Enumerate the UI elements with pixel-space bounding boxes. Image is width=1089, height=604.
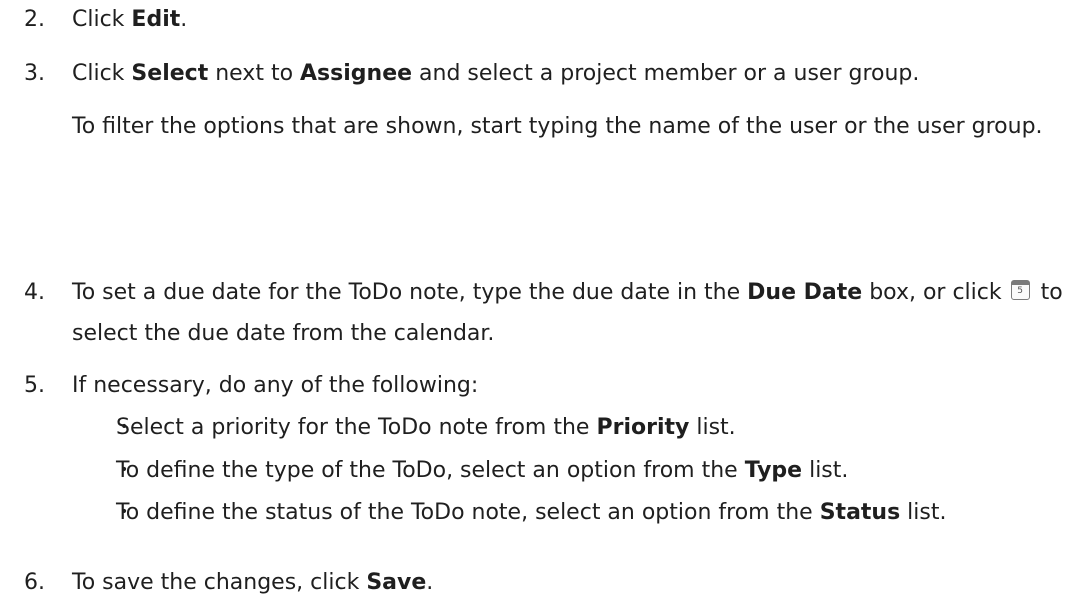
ui-term-assignee: Assignee — [300, 61, 413, 86]
step-text: If necessary, do any of the following: — [72, 373, 479, 398]
bullet-text: To define the type of the ToDo, select a… — [116, 458, 849, 483]
instruction-document: 2. Click Edit. 3. Click Select next to A… — [0, 0, 1089, 604]
step-note: To filter the options that are shown, st… — [72, 114, 1043, 139]
calendar-icon: 5 — [1010, 280, 1030, 300]
step-text: To save the changes, click Save. — [72, 570, 434, 595]
ui-term-edit: Edit — [131, 7, 181, 32]
step-text: To set a due date for the ToDo note, typ… — [72, 280, 1063, 346]
ui-term-status: Status — [819, 500, 901, 525]
step-number: 3. — [24, 61, 45, 86]
ui-term-select: Select — [131, 61, 209, 86]
step-number: 4. — [24, 280, 45, 305]
ui-term-due-date: Due Date — [747, 280, 863, 305]
step-text: Click Edit. — [72, 7, 188, 32]
ui-term-type: Type — [744, 458, 803, 483]
step-number: 5. — [24, 373, 45, 398]
step-text: Click Select next to Assignee and select… — [72, 55, 1081, 145]
step-number: 6. — [24, 570, 45, 595]
bullet-text: Select a priority for the ToDo note from… — [116, 415, 736, 440]
bullet-text: To define the status of the ToDo note, s… — [116, 500, 947, 525]
ui-term-priority: Priority — [596, 415, 690, 440]
step-number: 2. — [24, 7, 45, 32]
ui-term-save: Save — [366, 570, 427, 595]
